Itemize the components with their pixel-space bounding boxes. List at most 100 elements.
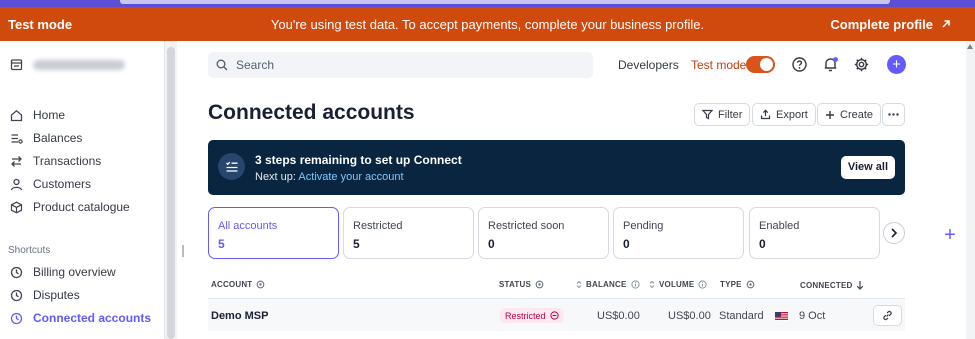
- table-row[interactable]: Demo MSP Restricted US$0.00 US$0.00 Stan…: [208, 298, 905, 331]
- column-header-balance[interactable]: BALANCE: [576, 280, 640, 289]
- next-filters-button[interactable]: [883, 222, 905, 244]
- filter-button[interactable]: Filter: [694, 103, 751, 126]
- sidebar-item-label: Transactions: [33, 154, 102, 168]
- sidebar-item-customers[interactable]: Customers: [10, 177, 91, 191]
- export-button[interactable]: Export: [752, 103, 816, 126]
- filter-card-label: Enabled: [759, 220, 800, 232]
- filter-card-enabled[interactable]: Enabled 0: [749, 207, 880, 259]
- column-settings-icon[interactable]: [535, 280, 544, 289]
- create-button[interactable]: Create: [817, 103, 882, 126]
- page-title: Connected accounts: [208, 101, 415, 124]
- sort-descending-icon: [857, 281, 864, 290]
- column-header-type[interactable]: TYPE: [720, 280, 755, 289]
- account-name: Demo MSP: [211, 310, 269, 322]
- filter-card-count: 0: [623, 237, 630, 251]
- copy-link-button[interactable]: [873, 305, 902, 326]
- column-header-label: STATUS: [499, 280, 532, 289]
- column-settings-icon[interactable]: [256, 280, 265, 289]
- type-value: Standard: [719, 310, 764, 322]
- complete-profile-link[interactable]: Complete profile: [830, 17, 951, 32]
- column-header-account[interactable]: ACCOUNT: [211, 280, 265, 289]
- filter-card-label: Restricted soon: [488, 220, 565, 232]
- sidebar-item-label: Product catalogue: [33, 200, 130, 214]
- filter-card-restricted-soon[interactable]: Restricted soon 0: [478, 207, 609, 259]
- sidebar-item-connected-accounts[interactable]: Connected accounts: [10, 311, 151, 325]
- page-scrollbar[interactable]: [966, 41, 975, 339]
- filter-label: Filter: [718, 108, 743, 121]
- plus-icon: [826, 110, 834, 119]
- balances-icon: [11, 133, 23, 144]
- sidebar-item-label: Home: [33, 108, 66, 122]
- help-icon[interactable]: [791, 56, 808, 73]
- clock-icon: [10, 289, 23, 301]
- more-options-button[interactable]: [882, 103, 905, 126]
- sidebar-item-home[interactable]: Home: [10, 108, 65, 122]
- sort-icon: [576, 280, 582, 289]
- filter-card-count: 0: [759, 237, 766, 251]
- link-icon: [883, 310, 892, 321]
- column-header-status[interactable]: STATUS: [499, 280, 544, 289]
- create-plus-button[interactable]: +: [887, 55, 906, 74]
- shortcuts-heading: Shortcuts: [8, 245, 51, 256]
- test-mode-message: You're using test data. To accept paymen…: [270, 16, 705, 32]
- sidebar-item-product-catalogue[interactable]: Product catalogue: [10, 200, 130, 214]
- sidebar: Home Balances Transactions Customers Pro…: [0, 41, 165, 339]
- side-panel-plus-icon[interactable]: +: [941, 225, 959, 245]
- filter-card-label: Restricted: [353, 220, 403, 232]
- test-mode-toggle[interactable]: [746, 56, 775, 73]
- status-badge-label: Restricted: [505, 310, 546, 321]
- volume-value: US$0.00: [668, 310, 711, 322]
- column-header-label: VOLUME: [659, 280, 695, 289]
- resize-handle[interactable]: [182, 245, 184, 257]
- sort-icon: [649, 280, 655, 289]
- filter-card-restricted[interactable]: Restricted 5: [343, 207, 474, 259]
- sidebar-item-balances[interactable]: Balances: [10, 131, 82, 145]
- column-header-label: CONNECTED: [800, 280, 853, 290]
- filter-icon: [702, 109, 713, 120]
- column-header-volume[interactable]: VOLUME: [649, 280, 708, 289]
- store-icon: [10, 59, 23, 71]
- chevron-right-icon: [891, 228, 898, 238]
- view-all-button[interactable]: View all: [840, 156, 895, 179]
- info-icon[interactable]: [630, 280, 640, 289]
- activate-account-link[interactable]: Activate your account: [298, 171, 403, 183]
- checklist-icon: [218, 153, 245, 180]
- arrow-up-right-icon: [942, 20, 950, 28]
- column-header-connected[interactable]: CONNECTED: [800, 280, 864, 290]
- clock-icon: [10, 266, 23, 278]
- transactions-icon: [11, 155, 22, 167]
- notifications-bell-icon[interactable]: [822, 56, 839, 73]
- next-up-prefix: Next up:: [255, 171, 296, 183]
- settings-gear-icon[interactable]: [853, 56, 870, 73]
- search-placeholder: Search: [236, 58, 275, 72]
- column-header-label: ACCOUNT: [211, 280, 253, 289]
- create-label: Create: [840, 108, 874, 121]
- browser-top-strip: [0, 0, 975, 7]
- export-icon: [760, 109, 771, 120]
- filter-card-all-accounts[interactable]: All accounts 5: [208, 207, 339, 259]
- filter-card-pending[interactable]: Pending 0: [613, 207, 744, 259]
- filter-card-count: 5: [218, 237, 225, 251]
- account-switcher[interactable]: [10, 58, 125, 71]
- sidebar-item-label: Customers: [33, 177, 92, 191]
- account-name-redacted: [33, 59, 125, 70]
- search-input[interactable]: Search: [208, 52, 593, 78]
- filter-card-label: All accounts: [218, 220, 278, 232]
- complete-profile-label: Complete profile: [830, 16, 933, 32]
- sidebar-item-disputes[interactable]: Disputes: [10, 288, 80, 302]
- sidebar-item-transactions[interactable]: Transactions: [10, 154, 101, 168]
- restricted-icon: [549, 311, 559, 320]
- sidebar-item-label: Connected accounts: [33, 311, 152, 325]
- main-content: Search Developers Test mode + Connected …: [208, 41, 908, 339]
- info-icon[interactable]: [698, 280, 708, 289]
- sidebar-item-billing-overview[interactable]: Billing overview: [10, 265, 116, 279]
- balance-value: US$0.00: [597, 310, 640, 322]
- filter-card-count: 0: [488, 237, 495, 251]
- sidebar-scrollbar[interactable]: [165, 41, 177, 339]
- filter-card-label: Pending: [623, 220, 664, 232]
- setup-connect-banner: 3 steps remaining to set up Connect Next…: [208, 140, 905, 195]
- column-settings-icon[interactable]: [746, 280, 755, 289]
- test-mode-toggle-label: Test mode: [691, 58, 747, 72]
- status-badge: Restricted: [500, 308, 564, 323]
- developers-link[interactable]: Developers: [618, 58, 679, 72]
